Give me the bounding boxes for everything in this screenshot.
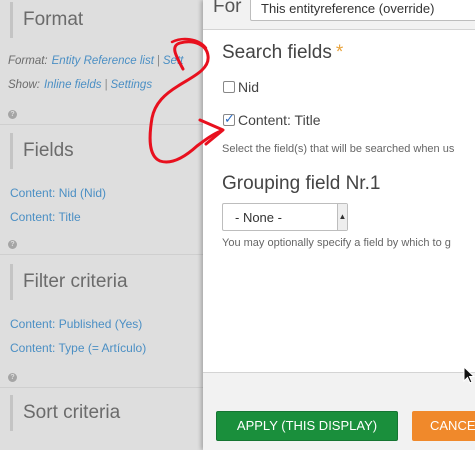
divider — [0, 387, 203, 388]
show-separator: | — [104, 79, 108, 91]
nid-checkbox-label[interactable]: Nid — [238, 79, 259, 95]
help-icon[interactable]: ? — [8, 373, 17, 382]
mouse-cursor-icon — [463, 366, 475, 384]
help-icon[interactable]: ? — [8, 240, 17, 249]
filter-link-published[interactable]: Content: Published (Yes) — [10, 317, 142, 331]
format-settings-link[interactable]: Sett — [163, 55, 183, 67]
grouping-select-value: - None - — [235, 210, 282, 225]
checkbox-row-title[interactable]: Content: Title — [223, 111, 321, 128]
views-background-panel: Format Format: Entity Reference list | Sett… — [0, 0, 203, 450]
divider — [0, 124, 203, 125]
content-title-checkbox-label[interactable]: Content: Title — [238, 112, 321, 128]
checkbox-row-nid[interactable]: Nid — [223, 79, 259, 95]
content-title-checkbox[interactable] — [223, 111, 235, 127]
section-filter-title: Filter criteria — [10, 264, 128, 300]
modal-override-bar: For This entityreference (override) — [203, 0, 475, 30]
show-label: Show: — [8, 79, 40, 91]
help-icon[interactable]: ? — [8, 110, 17, 119]
search-fields-heading: Search fields * — [222, 42, 343, 64]
field-link-nid[interactable]: Content: Nid (Nid) — [10, 186, 106, 200]
views-modal-dialog: For This entityreference (override) Sear… — [203, 0, 475, 450]
for-label: For — [213, 0, 242, 17]
nid-checkbox[interactable] — [223, 81, 235, 93]
modal-button-bar: APPLY (THIS DISPLAY) CANCE — [203, 372, 475, 450]
field-link-title[interactable]: Content: Title — [10, 210, 81, 224]
show-settings-link[interactable]: Settings — [111, 79, 153, 91]
format-separator: | — [156, 55, 160, 67]
divider — [0, 254, 203, 255]
select-arrow-icon[interactable]: ▲ — [337, 204, 347, 230]
format-line: Format: Entity Reference list | Sett — [8, 55, 183, 67]
grouping-field-description: You may optionally specify a field by wh… — [222, 237, 451, 249]
cancel-button[interactable]: CANCE — [412, 411, 475, 441]
grouping-field-heading: Grouping field Nr.1 — [222, 173, 381, 194]
search-fields-label: Search fields — [222, 42, 332, 63]
section-format-title: Format — [10, 2, 83, 38]
grouping-field-select[interactable]: - None - ▲ — [222, 203, 348, 231]
show-value-link[interactable]: Inline fields — [44, 79, 102, 91]
apply-this-display-button[interactable]: APPLY (THIS DISPLAY) — [216, 411, 398, 441]
search-fields-description: Select the field(s) that will be searche… — [222, 143, 455, 155]
filter-link-type[interactable]: Content: Type (= Artículo) — [10, 341, 146, 355]
required-asterisk: * — [335, 42, 344, 63]
section-fields-title: Fields — [10, 133, 74, 169]
format-label: Format: — [8, 55, 48, 67]
format-value-link[interactable]: Entity Reference list — [52, 55, 154, 67]
override-select[interactable]: This entityreference (override) — [250, 0, 475, 21]
section-sort-title: Sort criteria — [10, 395, 120, 431]
show-line: Show: Inline fields | Settings — [8, 79, 152, 91]
